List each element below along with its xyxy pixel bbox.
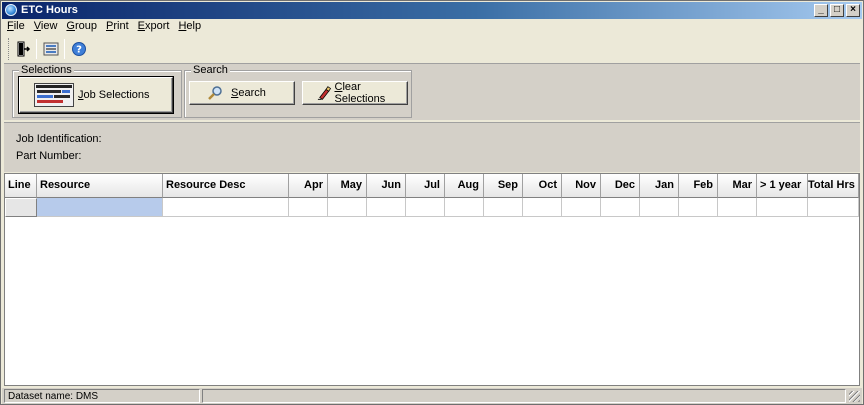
cell-apr[interactable]	[289, 198, 328, 217]
job-info-area: Job Identification: Part Number:	[4, 122, 860, 172]
column-header-jun[interactable]: Jun	[367, 174, 406, 198]
exit-button[interactable]	[14, 38, 33, 60]
column-header-apr[interactable]: Apr	[289, 174, 328, 198]
column-header-jan[interactable]: Jan	[640, 174, 679, 198]
maximize-button[interactable]: □	[830, 4, 844, 17]
cell-jan[interactable]	[640, 198, 679, 217]
menu-print[interactable]: Print	[101, 19, 133, 34]
cell-oct[interactable]	[523, 198, 562, 217]
help-button[interactable]: ?	[69, 38, 88, 60]
layout-button[interactable]	[41, 38, 60, 60]
grid-header: Line Resource Resource Desc Apr May Jun …	[5, 174, 859, 198]
column-header-nov[interactable]: Nov	[562, 174, 601, 198]
search-button[interactable]: Search	[189, 81, 295, 105]
job-selections-button[interactable]: Job Selections	[18, 76, 174, 114]
search-group-label: Search	[191, 64, 230, 76]
cell-sep[interactable]	[484, 198, 523, 217]
svg-text:?: ?	[76, 44, 82, 55]
column-header-mar[interactable]: Mar	[718, 174, 757, 198]
job-identification-label: Job Identification:	[16, 133, 102, 145]
status-pane-empty	[202, 389, 846, 403]
column-header-sep[interactable]: Sep	[484, 174, 523, 198]
search-group: Search Search Clear Selections	[184, 64, 412, 118]
column-header-total-hrs[interactable]: Total Hrs	[808, 174, 859, 198]
close-button[interactable]: ×	[846, 4, 860, 17]
help-icon: ?	[71, 41, 86, 56]
dataset-name-value: DMS	[75, 391, 99, 402]
window-controls: _ □ ×	[814, 4, 860, 18]
menu-file[interactable]: File	[2, 19, 29, 34]
job-selections-label: Job Selections	[78, 89, 150, 101]
app-window: ETC Hours _ □ × File View Group Print Ex…	[0, 0, 864, 405]
layout-icon	[43, 42, 59, 55]
column-header-jul[interactable]: Jul	[406, 174, 445, 198]
selections-group-label: Selections	[19, 64, 74, 76]
status-bar: Dataset name: DMS	[2, 388, 862, 404]
minimize-button[interactable]: _	[814, 4, 828, 17]
column-header-feb[interactable]: Feb	[679, 174, 718, 198]
toolbar-separator	[64, 38, 66, 59]
cell-resource-desc[interactable]	[163, 198, 289, 217]
cell-feb[interactable]	[679, 198, 718, 217]
cell-over-1-year[interactable]	[757, 198, 808, 217]
title-bar[interactable]: ETC Hours _ □ ×	[2, 2, 862, 19]
hours-grid[interactable]: Line Resource Resource Desc Apr May Jun …	[4, 173, 860, 386]
cell-aug[interactable]	[445, 198, 484, 217]
selections-group: Selections Job Selections	[12, 64, 182, 118]
part-number-label: Part Number:	[16, 150, 82, 162]
selection-panel: Selections Job Selections Search Search …	[4, 63, 860, 120]
dataset-name-label: Dataset name:	[8, 391, 74, 402]
cell-nov[interactable]	[562, 198, 601, 217]
table-row[interactable]	[5, 198, 859, 217]
cell-may[interactable]	[328, 198, 367, 217]
column-header-dec[interactable]: Dec	[601, 174, 640, 198]
cell-mar[interactable]	[718, 198, 757, 217]
cell-dec[interactable]	[601, 198, 640, 217]
toolbar-grip[interactable]	[8, 37, 11, 60]
eraser-brush-icon	[317, 86, 332, 100]
app-shield-icon	[5, 4, 17, 16]
menu-view[interactable]: View	[29, 19, 62, 34]
clear-selections-button[interactable]: Clear Selections	[302, 81, 408, 105]
dataset-status-pane: Dataset name: DMS	[4, 389, 200, 403]
menu-help[interactable]: Help	[173, 19, 205, 34]
cell-jun[interactable]	[367, 198, 406, 217]
search-label: Search	[231, 87, 266, 99]
toolbar: ?	[4, 35, 92, 62]
exit-icon	[17, 41, 31, 56]
clear-selections-label: Clear Selections	[334, 81, 386, 105]
cell-jul[interactable]	[406, 198, 445, 217]
menu-bar: File View Group Print Export Help	[2, 19, 862, 34]
column-header-resource-desc[interactable]: Resource Desc	[163, 174, 289, 198]
toolbar-separator	[36, 38, 38, 59]
cell-resource[interactable]	[37, 198, 163, 217]
resize-grip[interactable]	[849, 391, 860, 402]
column-header-aug[interactable]: Aug	[445, 174, 484, 198]
cell-total-hrs[interactable]	[808, 198, 859, 217]
row-selector[interactable]	[5, 198, 37, 217]
magnifier-icon	[208, 86, 222, 100]
column-header-may[interactable]: May	[328, 174, 367, 198]
column-header-oct[interactable]: Oct	[523, 174, 562, 198]
menu-export[interactable]: Export	[133, 19, 174, 34]
menu-group[interactable]: Group	[61, 19, 101, 34]
window-title: ETC Hours	[21, 4, 78, 16]
column-header-resource[interactable]: Resource	[37, 174, 163, 198]
column-header-line[interactable]: Line	[5, 174, 37, 198]
job-selections-icon	[34, 83, 74, 107]
column-header-over-1-year[interactable]: > 1 year	[757, 174, 808, 198]
